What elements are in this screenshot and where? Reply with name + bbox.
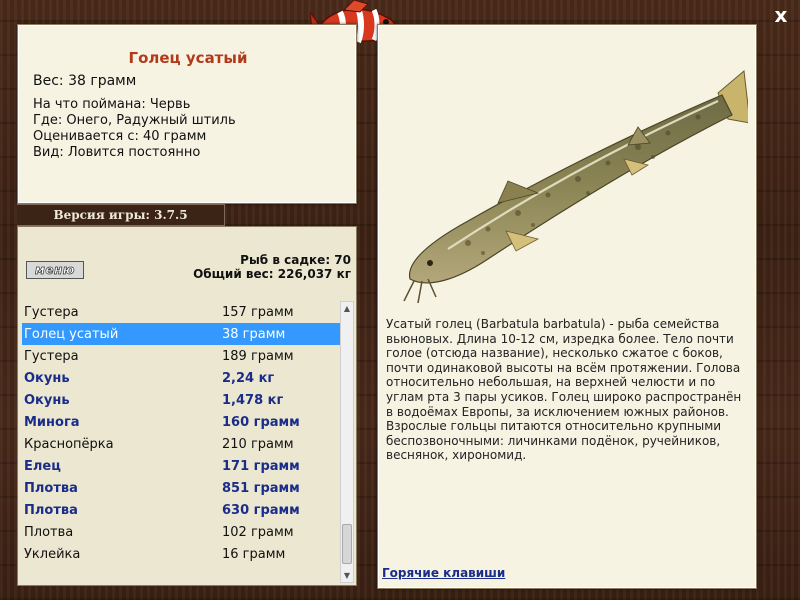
catch-list-row[interactable]: Минога 160 грамм bbox=[22, 411, 340, 433]
fish-name: Уклейка bbox=[24, 546, 81, 562]
fish-description: Усатый голец (Barbatula barbatula) - рыб… bbox=[386, 317, 742, 463]
fish-weight-cell: 189 грамм bbox=[222, 348, 294, 364]
availability-info: Вид: Ловится постоянно bbox=[33, 145, 201, 160]
catch-list-row[interactable]: Густера 157 грамм bbox=[22, 301, 340, 323]
game-version: Версия игры: 3.7.5 bbox=[17, 204, 225, 226]
close-icon[interactable]: x bbox=[768, 3, 794, 27]
fish-name: Плотва bbox=[24, 524, 74, 540]
fish-name: Окунь bbox=[24, 392, 70, 408]
fish-info-panel: Голец усатый Вес: 38 грамм На что пойман… bbox=[17, 24, 357, 204]
fish-name: Густера bbox=[24, 348, 79, 364]
list-scrollbar[interactable]: ▲ ▼ bbox=[340, 301, 354, 583]
fish-detail-panel: Усатый голец (Barbatula barbatula) - рыб… bbox=[377, 24, 757, 589]
catch-list-row[interactable]: Уклейка 16 грамм bbox=[22, 543, 340, 565]
fish-weight-cell: 171 грамм bbox=[222, 458, 300, 474]
fish-weight: Вес: 38 грамм bbox=[33, 73, 137, 89]
fish-weight-cell: 16 грамм bbox=[222, 546, 286, 562]
catch-list-row[interactable]: Окунь 1,478 кг bbox=[22, 389, 340, 411]
fish-weight-cell: 102 грамм bbox=[222, 524, 294, 540]
catch-list-row[interactable]: Плотва 630 грамм bbox=[22, 499, 340, 521]
bait-info: На что поймана: Червь bbox=[33, 97, 191, 112]
fish-weight-cell: 630 грамм bbox=[222, 502, 300, 518]
total-weight: Общий вес: 226,037 кг bbox=[193, 267, 351, 281]
catch-list[interactable]: Густера 157 грамм Голец усатый 38 грамм Густ… bbox=[22, 301, 340, 565]
fish-weight-cell: 210 грамм bbox=[222, 436, 294, 452]
scroll-up-icon[interactable]: ▲ bbox=[341, 302, 353, 315]
fish-title: Голец усатый bbox=[128, 49, 248, 67]
fish-weight-cell: 38 грамм bbox=[222, 326, 286, 342]
fish-name: Окунь bbox=[24, 370, 70, 386]
location-info: Где: Онего, Радужный штиль bbox=[33, 113, 236, 128]
catch-list-row[interactable]: Окунь 2,24 кг bbox=[22, 367, 340, 389]
catch-list-row[interactable]: Краснопёрка 210 грамм bbox=[22, 433, 340, 455]
value-info: Оценивается с: 40 грамм bbox=[33, 129, 207, 144]
menu-button[interactable]: меню bbox=[26, 261, 84, 279]
fish-name: Плотва bbox=[24, 502, 78, 518]
fish-weight-cell: 851 грамм bbox=[222, 480, 300, 496]
catch-list-row[interactable]: Голец усатый 38 грамм bbox=[22, 323, 340, 345]
fish-weight-cell: 2,24 кг bbox=[222, 370, 275, 386]
hotkeys-link[interactable]: Горячие клавиши bbox=[382, 566, 505, 580]
stone-loach-image bbox=[403, 70, 748, 304]
fish-name: Краснопёрка bbox=[24, 436, 114, 452]
fish-name: Плотва bbox=[24, 480, 78, 496]
catch-list-row[interactable]: Елец 171 грамм bbox=[22, 455, 340, 477]
catch-list-row[interactable]: Плотва 102 грамм bbox=[22, 521, 340, 543]
catch-list-row[interactable]: Густера 189 грамм bbox=[22, 345, 340, 367]
fish-name: Елец bbox=[24, 458, 61, 474]
fish-weight-cell: 157 грамм bbox=[222, 304, 294, 320]
fish-weight-cell: 1,478 кг bbox=[222, 392, 284, 408]
scroll-down-icon[interactable]: ▼ bbox=[341, 569, 353, 582]
catch-list-row[interactable]: Плотва 851 грамм bbox=[22, 477, 340, 499]
fish-name: Густера bbox=[24, 304, 79, 320]
fish-weight-cell: 160 грамм bbox=[222, 414, 300, 430]
scroll-thumb[interactable] bbox=[342, 524, 352, 564]
fish-name: Голец усатый bbox=[24, 326, 119, 342]
catch-list-panel: меню Рыб в садке: 70 Общий вес: 226,037 … bbox=[17, 226, 357, 586]
fish-name: Минога bbox=[24, 414, 80, 430]
fish-count: Рыб в садке: 70 bbox=[240, 253, 351, 267]
